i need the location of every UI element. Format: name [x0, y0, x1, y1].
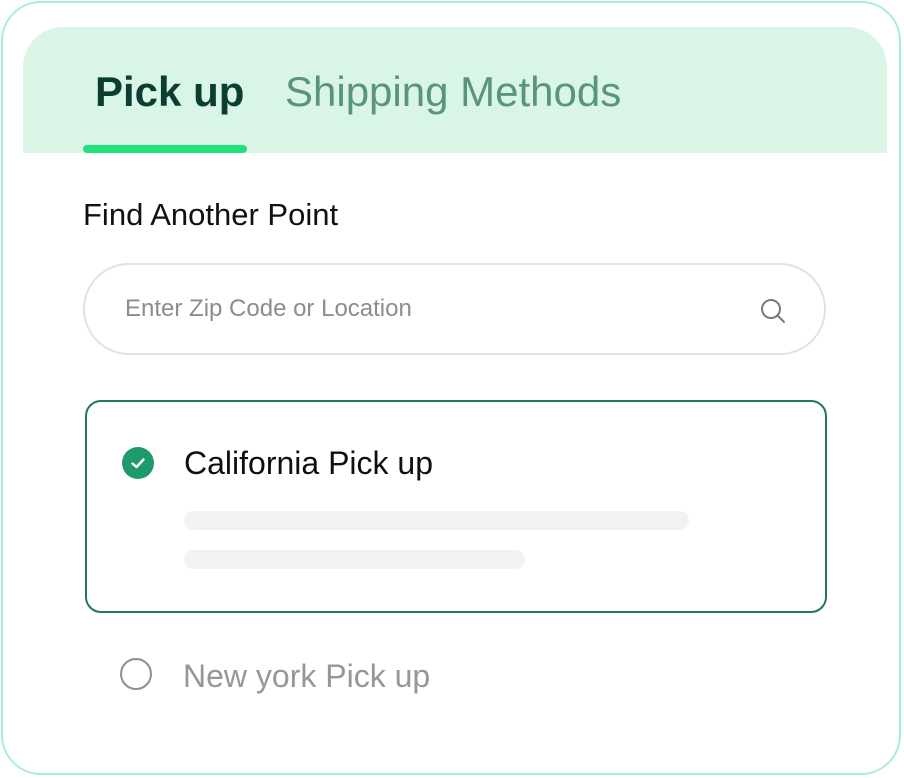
- tab-shipping-methods[interactable]: Shipping Methods: [285, 69, 621, 115]
- location-option[interactable]: New york Pick up: [85, 633, 827, 723]
- address-placeholder-line: [184, 511, 689, 530]
- address-placeholder-line: [184, 550, 525, 569]
- search-input[interactable]: [125, 287, 725, 331]
- tab-bar: Pick up Shipping Methods: [23, 27, 887, 153]
- location-name: California Pick up: [184, 445, 433, 481]
- location-name: New york Pick up: [183, 658, 431, 694]
- check-circle-icon[interactable]: [121, 446, 155, 480]
- radio-button[interactable]: [120, 658, 152, 690]
- active-tab-indicator: [83, 145, 247, 153]
- search-box[interactable]: [83, 263, 826, 355]
- search-icon[interactable]: [759, 297, 787, 325]
- location-option-selected[interactable]: California Pick up: [85, 400, 827, 613]
- section-title: Find Another Point: [83, 197, 339, 232]
- pickup-card: Pick up Shipping Methods Find Another Po…: [1, 1, 901, 775]
- tab-pick-up[interactable]: Pick up: [95, 69, 244, 115]
